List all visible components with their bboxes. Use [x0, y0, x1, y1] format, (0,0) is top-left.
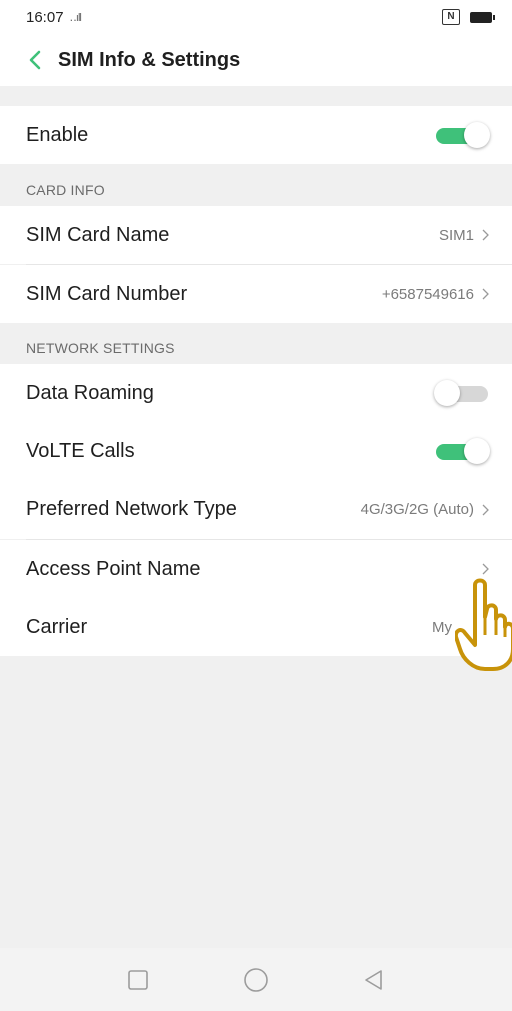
status-left: 16:07 ‥ıll — [26, 8, 82, 26]
top-spacer — [0, 86, 512, 106]
status-time: 16:07 — [26, 8, 64, 26]
status-bar: 16:07 ‥ıll N — [0, 0, 512, 34]
chevron-right-icon — [482, 504, 489, 515]
volte-calls-row[interactable]: VoLTE Calls — [0, 422, 512, 480]
sim-card-number-value-wrap: +6587549616 — [382, 286, 490, 303]
sim-card-number-value: +6587549616 — [381, 285, 474, 303]
carrier-row[interactable]: Carrier My — [0, 598, 512, 656]
chevron-right-icon — [482, 288, 489, 300]
section-network-settings-label: NETWORK SETTINGS — [26, 340, 175, 356]
enable-toggle[interactable] — [434, 121, 490, 149]
data-roaming-toggle[interactable] — [434, 379, 490, 407]
page-title: SIM Info & Settings — [58, 48, 241, 71]
volte-calls-toggle[interactable] — [434, 437, 490, 465]
system-nav-bar — [0, 948, 512, 1011]
access-point-name-row[interactable]: Access Point Name — [0, 540, 512, 598]
section-card-info-label: CARD INFO — [26, 182, 105, 198]
preferred-network-type-row[interactable]: Preferred Network Type 4G/3G/2G (Auto) — [0, 480, 512, 539]
enable-row[interactable]: Enable — [0, 106, 512, 164]
chevron-left-icon[interactable] — [24, 49, 46, 71]
status-right: N — [442, 9, 495, 25]
preferred-network-type-value-wrap: 4G/3G/2G (Auto) — [361, 501, 490, 518]
data-roaming-label: Data Roaming — [26, 381, 154, 404]
carrier-label: Carrier — [26, 615, 88, 638]
app-bar: SIM Info & Settings — [0, 34, 512, 86]
sim-card-number-row[interactable]: SIM Card Number +6587549616 — [0, 265, 512, 323]
preferred-network-type-value: 4G/3G/2G (Auto) — [360, 501, 474, 518]
access-point-name-value-wrap — [474, 562, 490, 576]
sim-card-name-label: SIM Card Name — [26, 223, 170, 246]
square-recents-icon[interactable] — [127, 969, 149, 991]
data-roaming-row[interactable]: Data Roaming — [0, 364, 512, 422]
sim-card-name-value-wrap: SIM1 — [439, 227, 490, 244]
sim-card-name-value: SIM1 — [438, 226, 474, 244]
enable-label: Enable — [26, 123, 89, 146]
triangle-back-icon[interactable] — [363, 968, 385, 992]
section-network-settings: NETWORK SETTINGS — [0, 323, 512, 364]
preferred-network-type-label: Preferred Network Type — [26, 498, 237, 520]
battery-icon — [470, 11, 495, 23]
circle-home-icon[interactable] — [243, 967, 269, 993]
chevron-right-icon — [482, 563, 489, 575]
access-point-name-label: Access Point Name — [26, 557, 201, 580]
volte-calls-label: VoLTE Calls — [26, 439, 135, 462]
carrier-value: My — [432, 618, 452, 636]
sim-card-name-row[interactable]: SIM Card Name SIM1 — [0, 206, 512, 264]
sim-card-number-label: SIM Card Number — [26, 282, 188, 305]
chevron-right-icon — [482, 229, 489, 241]
nfc-icon: N — [442, 9, 460, 25]
pointing-hand-cursor-icon — [455, 578, 512, 671]
signal-icon: ‥ıll — [69, 11, 82, 24]
section-card-info: CARD INFO — [0, 164, 512, 206]
